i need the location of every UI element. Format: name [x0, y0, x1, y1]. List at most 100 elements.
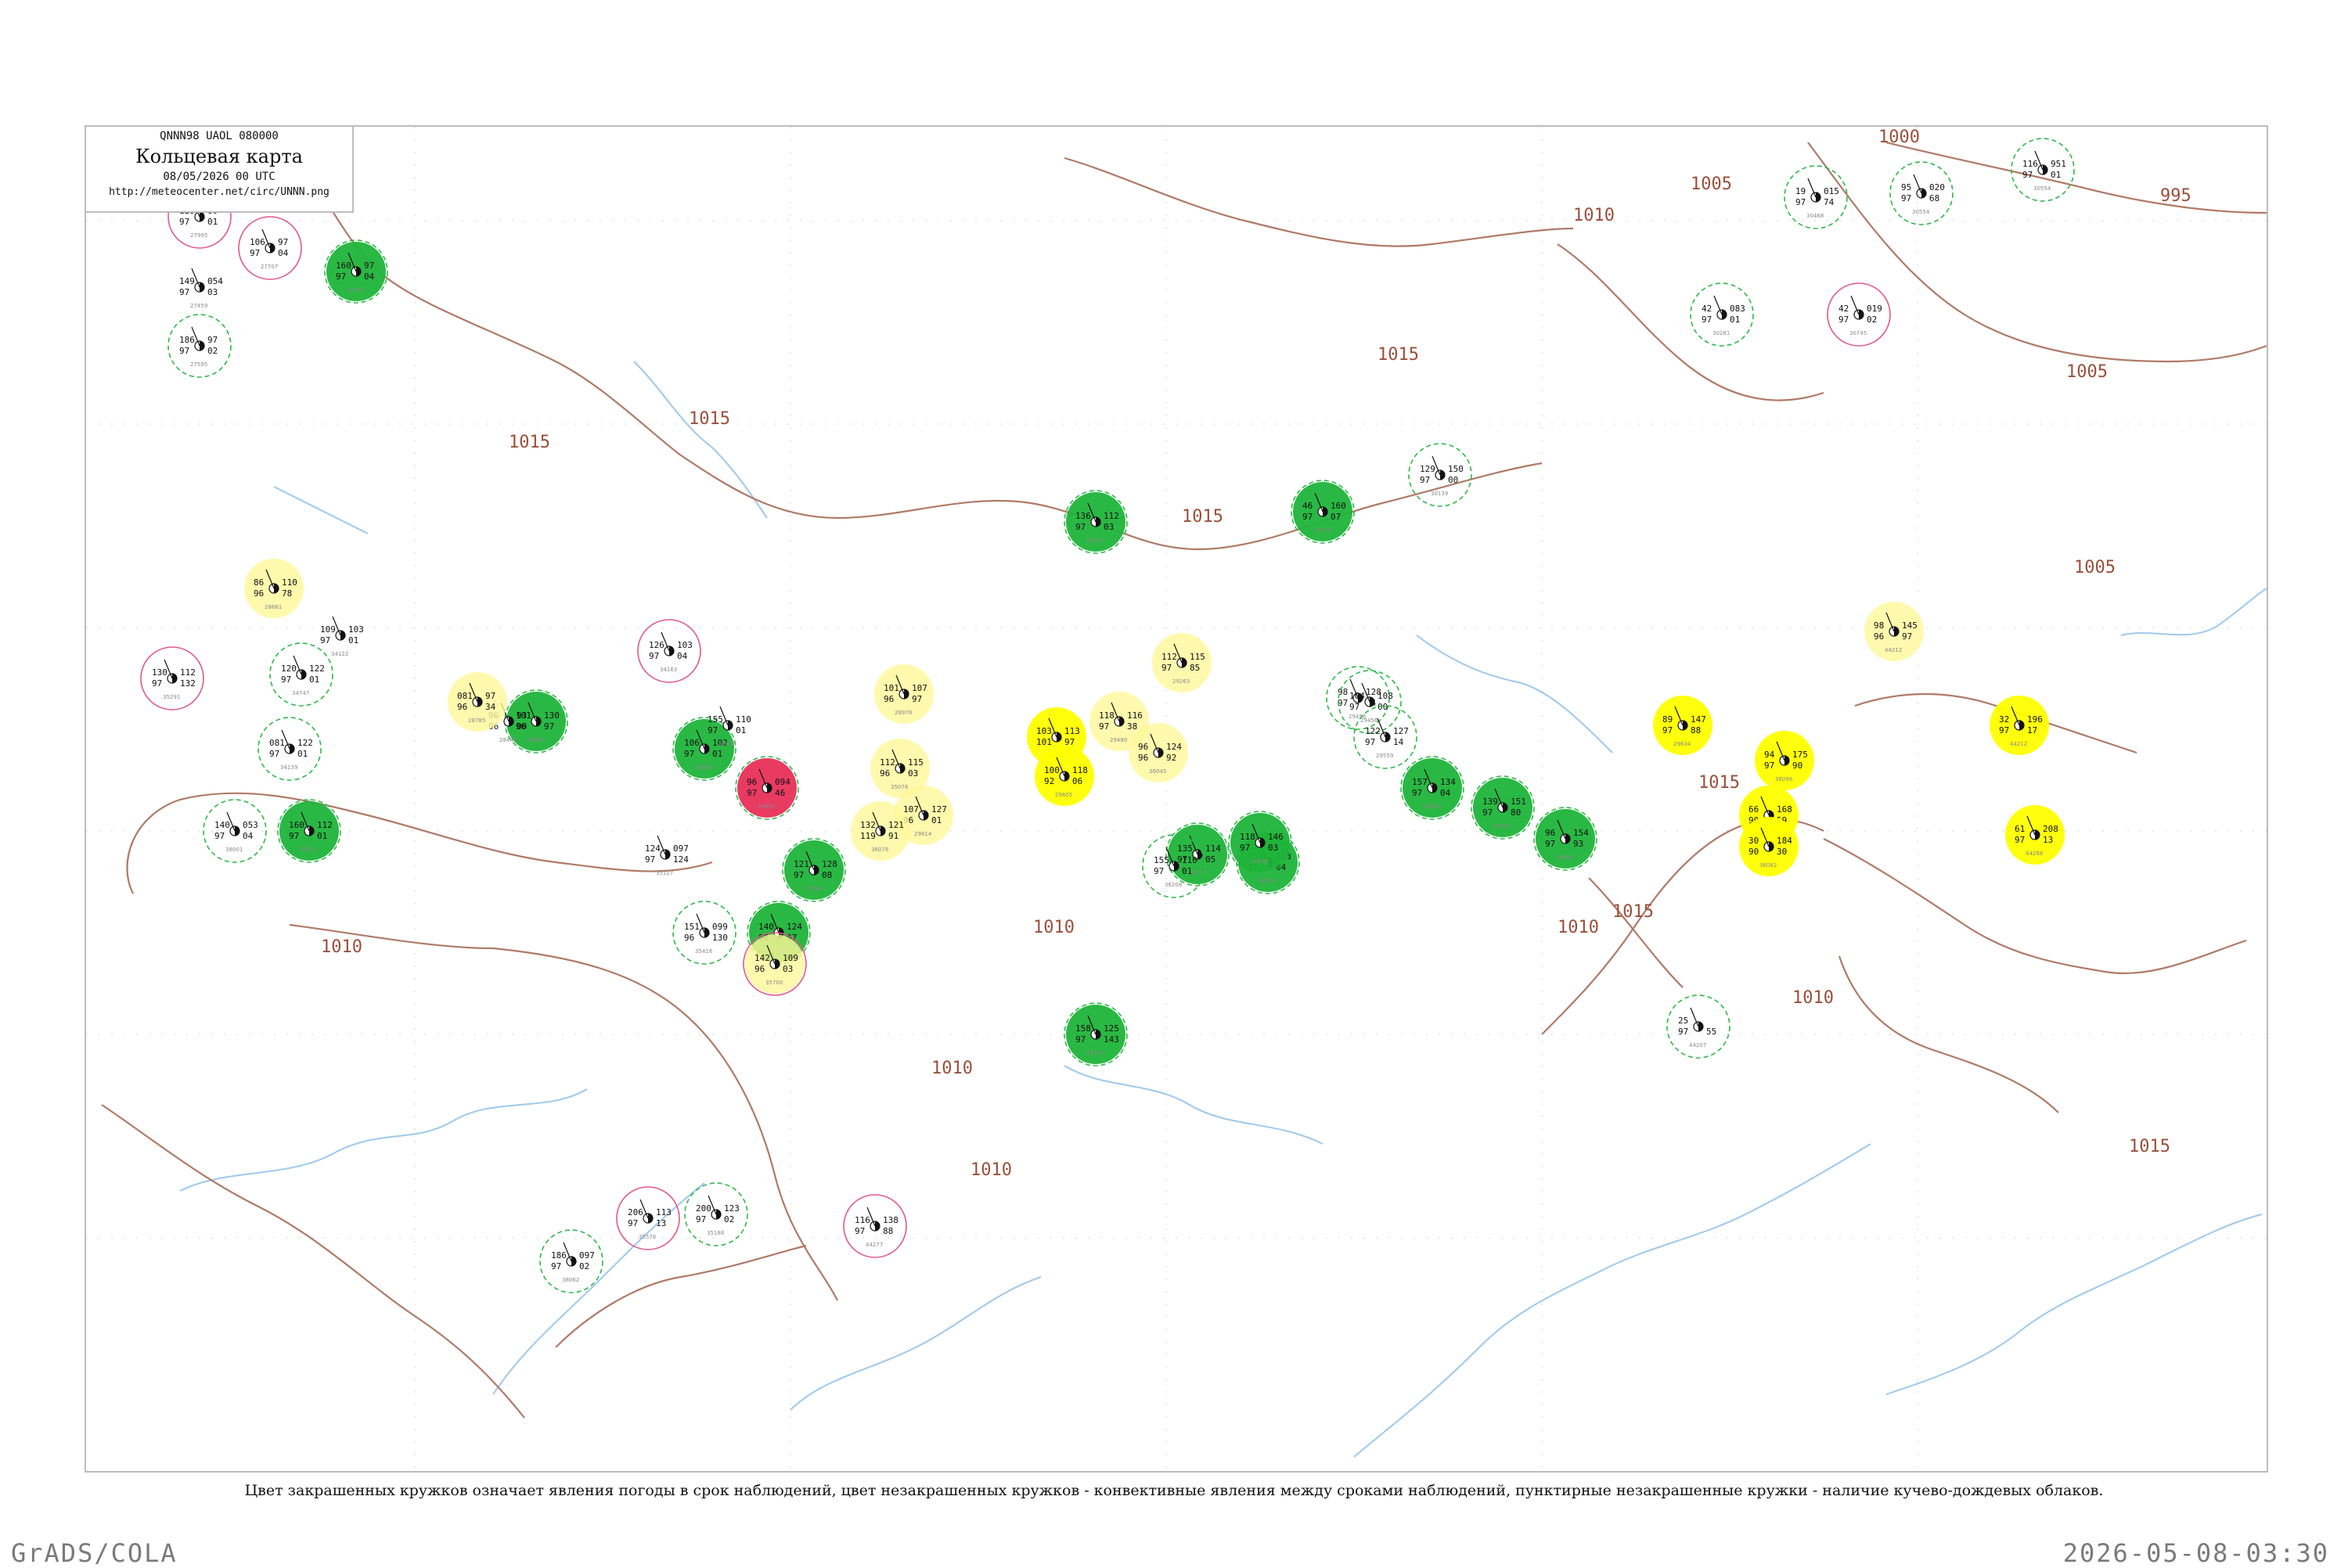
- station-plot[interactable]: 186 097 97 0238062: [539, 1229, 603, 1293]
- cloud-cover-icon: [665, 850, 670, 859]
- station-value-td: 97: [551, 1261, 561, 1271]
- station-plot[interactable]: 100 118 92 0629605: [1035, 746, 1094, 806]
- station-value-td: 97: [794, 870, 804, 880]
- station-value-td: 96: [254, 588, 264, 599]
- station-value-td: 97: [1838, 315, 1849, 325]
- station-value-td: 97: [336, 272, 346, 282]
- station-value-w: 02: [579, 1261, 589, 1271]
- station-value-t: 89: [1662, 714, 1673, 725]
- station-plot[interactable]: 30 18490 3036082: [1739, 817, 1799, 876]
- station-plot[interactable]: 121 128 97 08 35296: [782, 838, 846, 902]
- station-id: 34747: [292, 690, 309, 696]
- station-plot[interactable]: 61 208 97 1344288: [2005, 805, 2065, 865]
- station-plot[interactable]: 112 115 97 8529263: [1152, 633, 1212, 692]
- station-value-t: 142: [754, 953, 770, 963]
- station-id: 28698: [527, 737, 544, 743]
- station-plot[interactable]: 86 110 96 7828661: [244, 559, 304, 618]
- station-id: 28440: [499, 737, 517, 743]
- station-plot[interactable]: 126 103 97 0434163: [637, 619, 701, 683]
- station-value-t: 200: [696, 1203, 711, 1214]
- station-plot[interactable]: 46 160 97 0730139: [1291, 480, 1355, 544]
- station-value-p: 054: [207, 276, 223, 286]
- cloud-cover-icon: [200, 282, 204, 292]
- station-id: 29814: [914, 831, 932, 837]
- station-plot[interactable]: 96 154 97 93 36096: [1533, 807, 1597, 871]
- cloud-cover-icon: [200, 341, 204, 351]
- station-plot[interactable]: 89 147 97 8829634: [1653, 696, 1712, 755]
- station-value-t: 95: [1901, 182, 1911, 192]
- map-frame: 1015 1010 1010 1010 1010 1005 1010 1015 1005 1015…: [85, 125, 2268, 1473]
- station-value-p: 97: [207, 335, 218, 345]
- station-value-t: 081: [269, 738, 285, 748]
- station-plot[interactable]: 186 9797 0227595: [167, 314, 232, 378]
- cloud-cover-icon: [571, 1257, 576, 1266]
- station-value-w: 02: [724, 1214, 734, 1225]
- station-value-w: 132: [180, 678, 196, 689]
- station-value-w: 00: [1377, 702, 1388, 712]
- station-plot[interactable]: 109 103 97 0134122: [320, 616, 364, 657]
- station-id: 28722: [1086, 538, 1104, 544]
- station-value-p: 93: [517, 710, 527, 721]
- station-plot[interactable]: 94 175 97 90 36096: [1755, 731, 1814, 790]
- station-plot[interactable]: 118 146 97 0336229: [1228, 811, 1292, 875]
- station-plot[interactable]: 101 107 96 9728978: [874, 664, 934, 724]
- station-plot[interactable]: 120 122 97 0134747: [269, 642, 333, 707]
- station-value-td: 97: [1764, 761, 1774, 771]
- station-id: 28676: [718, 741, 736, 747]
- station-plot[interactable]: 200 123 97 0235188: [684, 1182, 748, 1246]
- station-value-w: 92: [1166, 753, 1176, 763]
- station-value-w: 97: [1902, 631, 1912, 642]
- station-plot[interactable]: 139 151 97 8036230: [1471, 775, 1535, 840]
- station-value-p: 103: [348, 624, 364, 635]
- station-plot[interactable]: 130 112 97 13235291: [140, 646, 204, 710]
- station-plot[interactable]: 136 112 97 0328722: [1064, 490, 1128, 554]
- station-plot[interactable]: 206 113 97 13 35576: [616, 1186, 680, 1250]
- station-plot[interactable]: 96 094 97 4628952: [735, 756, 799, 820]
- station-value-w: 124: [673, 854, 689, 865]
- station-value-p: 175: [1792, 750, 1808, 760]
- source-url[interactable]: http://meteocenter.net/circ/UNNN.png: [86, 186, 352, 198]
- station-value-p: 110: [1182, 855, 1197, 865]
- station-plot[interactable]: 96 124 96 9236045: [1129, 723, 1188, 782]
- station-value-td: 97: [214, 831, 225, 841]
- station-plot[interactable]: 081 122 97 0134139: [257, 717, 322, 781]
- station-value-p: 097: [579, 1250, 595, 1261]
- station-plot[interactable]: 160 9797 0427730: [324, 239, 388, 304]
- station-plot[interactable]: 081 97 96 3428785: [448, 672, 507, 732]
- station-plot[interactable]: 116 138 97 8844277: [843, 1194, 907, 1258]
- station-plot[interactable]: 106 9797 0427707: [238, 216, 302, 280]
- station-plot[interactable]: 157 134 97 04 29814: [1400, 756, 1464, 820]
- station-value-p: 115: [908, 757, 924, 768]
- station-id: 30554: [1912, 209, 1930, 215]
- station-plot[interactable]: 19 015 97 7430468: [1784, 165, 1848, 229]
- station-value-t: 100: [1044, 765, 1060, 775]
- station-id: 44241: [1086, 1050, 1104, 1056]
- station-id: 35296: [805, 886, 823, 892]
- station-plot[interactable]: 132 121 119 9136078: [851, 801, 910, 861]
- station-value-td: 97: [684, 749, 694, 759]
- station-plot[interactable]: 95 020 97 68 30554: [1889, 161, 1954, 225]
- station-plot[interactable]: 124 09797 12435127: [645, 835, 689, 876]
- cloud-cover-icon: [1440, 470, 1445, 480]
- station-value-p: 97: [364, 261, 374, 271]
- station-plot[interactable]: 101 13096 9728698: [504, 689, 568, 753]
- station-plot[interactable]: 151 099 96 130 35416: [672, 901, 736, 965]
- station-plot[interactable]: 158 125 97 14344241: [1064, 1002, 1128, 1066]
- station-value-p: 130: [544, 710, 560, 721]
- station-plot[interactable]: 116 951 97 0130554: [2011, 138, 2075, 202]
- station-plot[interactable]: 98 145 96 9744212: [1864, 602, 1924, 661]
- station-plot[interactable]: 32 196 97 1744212: [1990, 696, 2049, 755]
- station-value-td: 97: [2015, 835, 2025, 845]
- station-value-p: 099: [712, 922, 728, 932]
- station-value-td: 97: [747, 788, 757, 798]
- station-plot[interactable]: 129 150 97 0030139: [1408, 443, 1472, 507]
- station-plot[interactable]: 142 109 96 0335700: [743, 932, 807, 996]
- station-plot[interactable]: 149 054 97 0327459: [179, 268, 223, 309]
- station-value-td: 96: [754, 964, 765, 974]
- station-plot[interactable]: 42 083 97 0130281: [1690, 282, 1754, 347]
- station-id: 44212: [1885, 647, 1902, 653]
- station-plot[interactable]: 160 112 97 0138111: [277, 799, 341, 863]
- station-plot[interactable]: 42 019 97 0230745: [1827, 282, 1891, 347]
- station-plot[interactable]: 2597 5544207: [1666, 994, 1730, 1059]
- station-plot[interactable]: 135 11497 0536177: [1165, 822, 1230, 886]
